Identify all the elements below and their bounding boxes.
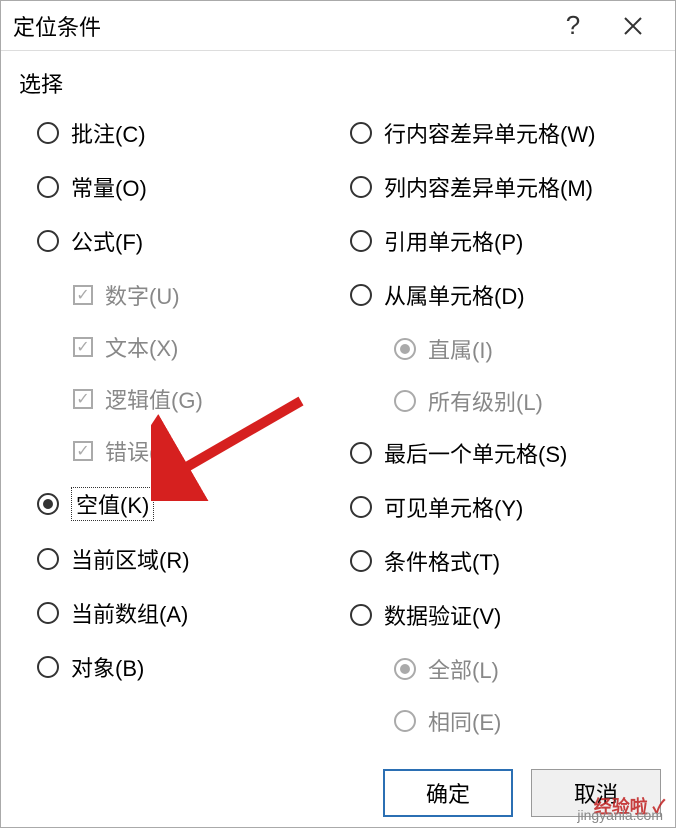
- radio-icon: [37, 176, 59, 198]
- radio-icon: [37, 656, 59, 678]
- dependents-suboptions: 直属(I) 所有级别(L): [350, 333, 657, 417]
- radio-all: 全部(L): [394, 653, 657, 685]
- radio-icon: [350, 550, 372, 572]
- radio-icon: [350, 122, 372, 144]
- radio-label: 公式(F): [71, 225, 143, 257]
- check-logical: ✓ 逻辑值(G): [73, 383, 344, 415]
- radio-dependents[interactable]: 从属单元格(D): [350, 279, 657, 311]
- radio-label: 全部(L): [428, 653, 499, 685]
- radio-icon: [37, 122, 59, 144]
- radio-label: 当前数组(A): [71, 597, 188, 629]
- radio-label: 行内容差异单元格(W): [384, 117, 595, 149]
- radio-label: 可见单元格(Y): [384, 491, 523, 523]
- right-column: 行内容差异单元格(W) 列内容差异单元格(M) 引用单元格(P) 从属单元格(D…: [344, 117, 657, 757]
- radio-icon: [350, 284, 372, 306]
- radio-constants[interactable]: 常量(O): [37, 171, 344, 203]
- formula-suboptions: ✓ 数字(U) ✓ 文本(X) ✓ 逻辑值(G) ✓ 错误(E): [37, 279, 344, 467]
- left-column: 批注(C) 常量(O) 公式(F) ✓ 数字(U) ✓: [19, 117, 344, 757]
- radio-label: 空值(K): [71, 487, 154, 521]
- radio-label: 数据验证(V): [384, 599, 501, 631]
- radio-label: 列内容差异单元格(M): [384, 171, 593, 203]
- check-label: 错误(E): [105, 435, 178, 467]
- radio-icon: [350, 176, 372, 198]
- radio-label: 最后一个单元格(S): [384, 437, 567, 469]
- checkbox-icon: ✓: [73, 337, 93, 357]
- radio-label: 所有级别(L): [428, 385, 543, 417]
- radio-precedents[interactable]: 引用单元格(P): [350, 225, 657, 257]
- radio-icon: [350, 496, 372, 518]
- close-icon: [623, 16, 643, 36]
- radio-icon: [350, 230, 372, 252]
- checkbox-icon: ✓: [73, 285, 93, 305]
- radio-icon: [394, 390, 416, 412]
- titlebar: 定位条件 ?: [1, 1, 675, 51]
- radio-icon: [37, 548, 59, 570]
- radio-current-region[interactable]: 当前区域(R): [37, 543, 344, 575]
- options-columns: 批注(C) 常量(O) 公式(F) ✓ 数字(U) ✓: [19, 117, 657, 757]
- radio-icon: [394, 338, 416, 360]
- radio-current-array[interactable]: 当前数组(A): [37, 597, 344, 629]
- ok-button[interactable]: 确定: [383, 769, 513, 817]
- radio-col-diff[interactable]: 列内容差异单元格(M): [350, 171, 657, 203]
- radio-label: 直属(I): [428, 333, 493, 365]
- help-button[interactable]: ?: [543, 1, 603, 51]
- checkbox-icon: ✓: [73, 389, 93, 409]
- checkbox-icon: ✓: [73, 441, 93, 461]
- radio-icon: [394, 658, 416, 680]
- radio-direct: 直属(I): [394, 333, 657, 365]
- validation-suboptions: 全部(L) 相同(E): [350, 653, 657, 737]
- goto-special-dialog: 定位条件 ? 选择 批注(C) 常量(O) 公式(F): [0, 0, 676, 828]
- watermark-url: jingyanla.com: [577, 807, 663, 823]
- radio-visible[interactable]: 可见单元格(Y): [350, 491, 657, 523]
- radio-icon: [37, 230, 59, 252]
- radio-icon: [350, 604, 372, 626]
- radio-all-levels: 所有级别(L): [394, 385, 657, 417]
- radio-label: 常量(O): [71, 171, 147, 203]
- radio-label: 批注(C): [71, 117, 146, 149]
- radio-comments[interactable]: 批注(C): [37, 117, 344, 149]
- check-errors: ✓ 错误(E): [73, 435, 344, 467]
- check-label: 文本(X): [105, 331, 178, 363]
- radio-data-valid[interactable]: 数据验证(V): [350, 599, 657, 631]
- radio-icon: [350, 442, 372, 464]
- close-button[interactable]: [603, 1, 663, 51]
- check-label: 逻辑值(G): [105, 383, 203, 415]
- radio-label: 当前区域(R): [71, 543, 190, 575]
- radio-blanks[interactable]: 空值(K): [37, 487, 344, 521]
- radio-icon: [394, 710, 416, 732]
- radio-label: 相同(E): [428, 705, 501, 737]
- radio-last-cell[interactable]: 最后一个单元格(S): [350, 437, 657, 469]
- section-label: 选择: [19, 67, 657, 99]
- check-text: ✓ 文本(X): [73, 331, 344, 363]
- radio-row-diff[interactable]: 行内容差异单元格(W): [350, 117, 657, 149]
- radio-label: 条件格式(T): [384, 545, 500, 577]
- radio-icon: [37, 493, 59, 515]
- radio-label: 从属单元格(D): [384, 279, 525, 311]
- radio-label: 引用单元格(P): [384, 225, 523, 257]
- check-numbers: ✓ 数字(U): [73, 279, 344, 311]
- radio-icon: [37, 602, 59, 624]
- check-label: 数字(U): [105, 279, 180, 311]
- radio-label: 对象(B): [71, 651, 144, 683]
- radio-formulas[interactable]: 公式(F): [37, 225, 344, 257]
- dialog-content: 选择 批注(C) 常量(O) 公式(F) ✓: [1, 51, 675, 767]
- radio-objects[interactable]: 对象(B): [37, 651, 344, 683]
- dialog-title: 定位条件: [13, 10, 543, 42]
- radio-same: 相同(E): [394, 705, 657, 737]
- radio-cond-format[interactable]: 条件格式(T): [350, 545, 657, 577]
